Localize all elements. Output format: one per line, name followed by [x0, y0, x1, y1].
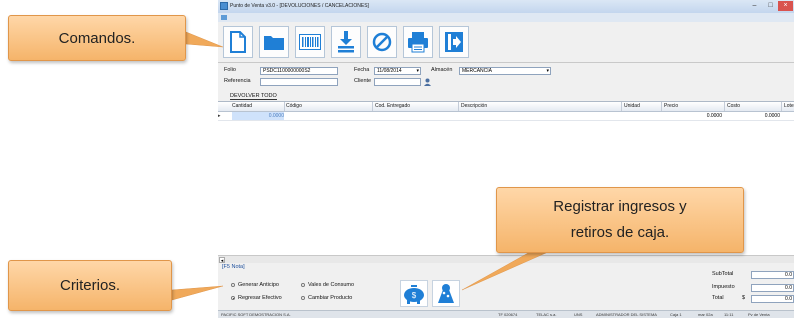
comandos-arrow [185, 31, 224, 48]
callout-criterios: Criterios. [8, 260, 172, 311]
callout-registrar-line2: retiros de caja. [570, 224, 670, 241]
callout-registrar-line1: Registrar ingresos y [553, 198, 687, 215]
callout-comandos-text: Comandos. [58, 29, 136, 47]
callout-comandos: Comandos. [8, 15, 186, 61]
criterios-arrow [171, 285, 224, 301]
callout-criterios-text: Criterios. [59, 277, 120, 294]
callout-registrar: Registrar ingresos y retiros de caja. [496, 187, 744, 253]
registrar-arrow [461, 251, 549, 291]
